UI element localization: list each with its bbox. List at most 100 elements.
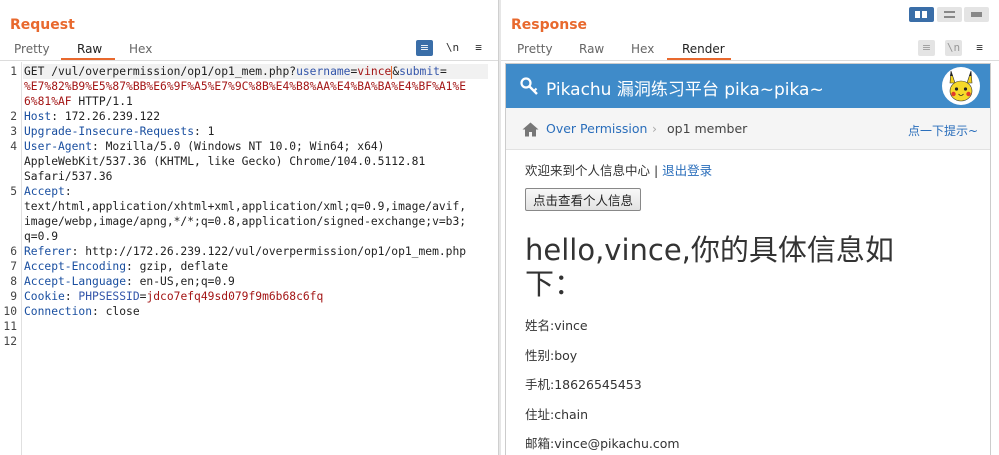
param-name: submit <box>399 65 440 78</box>
line-number: 11 <box>3 320 17 333</box>
code-line[interactable]: Accept: <box>24 185 72 198</box>
pikachu-avatar <box>942 67 980 105</box>
response-pane: Response Pretty Raw Hex Render ≡ \n ≡ Pi… <box>501 0 999 455</box>
code-line[interactable]: text/html,application/xhtml+xml,applicat… <box>24 200 466 213</box>
header-name: Host <box>24 110 52 123</box>
info-heading: hello,vince,你的具体信息如下： <box>525 233 894 301</box>
header-name: Upgrade-Insecure-Requests <box>24 125 195 138</box>
code-text: : http://172.26.239.122/vul/overpermissi… <box>71 245 467 258</box>
logout-link[interactable]: 退出登录 <box>662 163 712 178</box>
param-name: username <box>296 65 351 78</box>
code-line[interactable]: Connection: close <box>24 305 140 318</box>
code-line[interactable]: image/webp,image/apng,*/*;q=0.8,applicat… <box>24 215 466 228</box>
code-text: q=0.9 <box>24 230 59 243</box>
welcome-text: 欢迎来到个人信息中心 | <box>525 163 663 178</box>
request-pane: Request Pretty Raw Hex ≡ \n ≡ 1234567891… <box>0 0 498 455</box>
code-text: = <box>439 65 447 78</box>
code-text: : close <box>92 305 140 318</box>
header-name: Accept-Encoding <box>24 260 127 273</box>
line-number: 9 <box>10 290 17 303</box>
request-title: Request <box>10 17 75 33</box>
line-number: 3 <box>10 125 17 138</box>
code-line[interactable]: Safari/537.36 <box>24 170 112 183</box>
breadcrumb-separator: › <box>652 121 657 136</box>
layout-stacked-icon[interactable] <box>937 7 962 22</box>
response-title: Response <box>511 17 588 33</box>
menu-icon[interactable]: ≡ <box>470 40 487 56</box>
tab-render[interactable]: Render <box>682 42 725 56</box>
line-number: 7 <box>10 260 17 273</box>
code-text: : <box>64 290 79 303</box>
hint-link[interactable]: 点一下提示~ <box>908 122 978 139</box>
info-phone: 手机:18626545453 <box>525 377 642 392</box>
line-number: 6 <box>10 245 17 258</box>
site-header: Pikachu 漏洞练习平台 pika~pika~ <box>506 64 990 108</box>
code-line[interactable]: Accept-Language: en-US,en;q=0.9 <box>24 275 235 288</box>
site-title: Pikachu 漏洞练习平台 pika~pika~ <box>546 80 824 100</box>
param-value: %E7%82%B9%E5%87%BB%E6%9F%A5%E7%9C%8B%E4%… <box>24 80 467 93</box>
menu-icon[interactable]: ≡ <box>971 40 988 56</box>
code-text: HTTP/1.1 <box>71 95 133 108</box>
header-name: Accept <box>24 185 65 198</box>
code-text: : Mozilla/5.0 (Windows NT 10.0; Win64; x… <box>92 140 385 153</box>
header-name: Cookie <box>24 290 65 303</box>
param-name: PHPSESSID <box>78 290 140 303</box>
view-info-button[interactable]: 点击查看个人信息 <box>525 188 642 211</box>
header-name: Accept-Language <box>24 275 127 288</box>
param-value: vince <box>357 65 392 78</box>
code-text: text/html,application/xhtml+xml,applicat… <box>24 200 467 213</box>
code-line[interactable]: User-Agent: Mozilla/5.0 (Windows NT 10.0… <box>24 140 384 153</box>
breadcrumb-current: op1 member <box>667 121 748 136</box>
header-name: Connection <box>24 305 93 318</box>
line-number: 5 <box>10 185 17 198</box>
tab-raw[interactable]: Raw <box>77 42 102 56</box>
tab-pretty[interactable]: Pretty <box>14 42 50 56</box>
code-line[interactable]: %E7%82%B9%E5%87%BB%E6%9F%A5%E7%9C%8B%E4%… <box>24 80 466 93</box>
code-line[interactable]: Upgrade-Insecure-Requests: 1 <box>24 125 214 138</box>
header-name: User-Agent <box>24 140 93 153</box>
code-line[interactable]: Host: 172.26.239.122 <box>24 110 160 123</box>
welcome-line: 欢迎来到个人信息中心 | 退出登录 <box>525 160 712 179</box>
header-name: Referer <box>24 245 72 258</box>
tab-hex[interactable]: Hex <box>129 42 152 56</box>
rendered-page: Pikachu 漏洞练习平台 pika~pika~ Over Permissio… <box>505 63 991 455</box>
code-line[interactable]: GET /vul/overpermission/op1/op1_mem.php?… <box>24 65 447 79</box>
code-text: : 1 <box>194 125 215 138</box>
param-value: 6%81%AF <box>24 95 72 108</box>
code-text: AppleWebKit/537.36 (KHTML, like Gecko) C… <box>24 155 426 168</box>
code-line[interactable]: q=0.9 <box>24 230 58 243</box>
code-text: : 172.26.239.122 <box>51 110 161 123</box>
line-number: 10 <box>3 305 17 318</box>
home-icon[interactable] <box>522 122 539 137</box>
tab-hex[interactable]: Hex <box>631 42 654 56</box>
line-number: 12 <box>3 335 17 348</box>
tab-pretty[interactable]: Pretty <box>517 42 553 56</box>
wrap-lines-icon[interactable]: ≡ <box>416 40 433 56</box>
info-email: 邮箱:vince@pikachu.com <box>525 436 680 451</box>
request-editor[interactable]: 1 2 3 4 5 6 7 8 9 10 11 12 GET /vul/overpermission/… <box>0 62 498 455</box>
layout-side-by-side-icon[interactable] <box>909 7 934 22</box>
code-text: Safari/537.36 <box>24 170 113 183</box>
breadcrumb-link[interactable]: Over Permission <box>546 121 647 136</box>
layout-single-icon[interactable] <box>964 7 989 22</box>
line-number: 2 <box>10 110 17 123</box>
breadcrumb: Over Permission › op1 member 点一下提示~ <box>506 108 990 150</box>
code-text: : gzip, deflate <box>126 260 229 273</box>
line-number: 1 <box>10 65 17 78</box>
code-text: : en-US,en;q=0.9 <box>126 275 235 288</box>
code-text: : <box>64 185 72 198</box>
active-tab-underline <box>667 58 731 60</box>
wrap-lines-icon: ≡ <box>918 40 935 56</box>
tab-raw[interactable]: Raw <box>579 42 604 56</box>
code-line[interactable]: Referer: http://172.26.239.122/vul/overp… <box>24 245 466 258</box>
code-line[interactable]: Accept-Encoding: gzip, deflate <box>24 260 228 273</box>
info-gender: 性别:boy <box>525 348 578 363</box>
active-tab-underline <box>61 58 115 60</box>
newline-icon: \n <box>945 40 962 56</box>
code-text: image/webp,image/apng,*/*;q=0.8,applicat… <box>24 215 467 228</box>
info-name: 姓名:vince <box>525 318 588 333</box>
code-line[interactable]: AppleWebKit/537.36 (KHTML, like Gecko) C… <box>24 155 425 168</box>
newline-icon[interactable]: \n <box>444 40 461 56</box>
code-line[interactable]: Cookie: PHPSESSID=jdco7efq49sd079f9m6b68… <box>24 290 323 303</box>
code-line[interactable]: 6%81%AF HTTP/1.1 <box>24 95 133 108</box>
